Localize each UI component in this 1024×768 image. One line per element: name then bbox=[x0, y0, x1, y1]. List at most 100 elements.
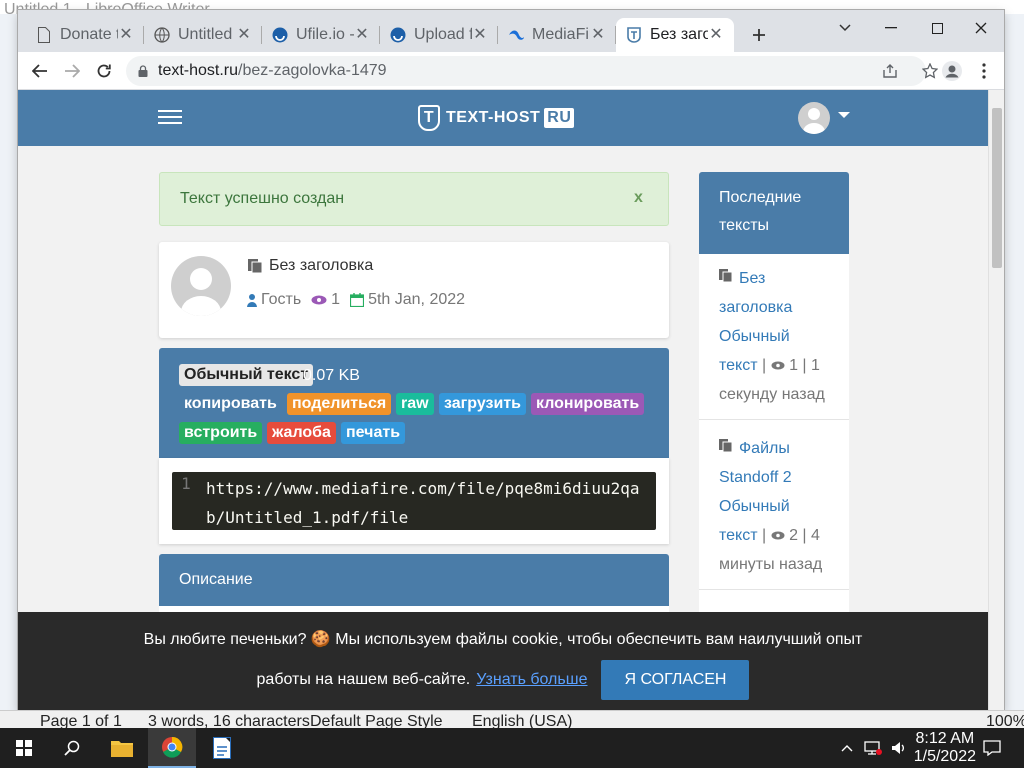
reload-icon bbox=[97, 64, 111, 78]
back-button[interactable] bbox=[26, 57, 54, 85]
browser-tab[interactable]: Ufile.io - U✕ bbox=[262, 18, 380, 52]
texthost-icon bbox=[626, 27, 642, 43]
volume-icon[interactable] bbox=[886, 728, 912, 768]
caret-down-icon[interactable] bbox=[838, 112, 850, 118]
recent-text-title[interactable]: Без заголовка bbox=[719, 264, 829, 322]
close-icon[interactable]: ✕ bbox=[472, 25, 488, 44]
accept-cookies-button[interactable]: Я СОГЛАСЕН bbox=[601, 660, 750, 700]
tab-label: MediaFire bbox=[532, 26, 590, 44]
arrow-right-icon bbox=[65, 64, 80, 78]
share-icon[interactable] bbox=[882, 64, 898, 78]
site-logo[interactable]: T TEXT-HOST RU bbox=[418, 104, 575, 132]
browser-window: Donate to✕Untitled 1✕Ufile.io - U✕Upload… bbox=[18, 10, 1004, 710]
windows-logo-icon bbox=[16, 740, 32, 756]
search-icon bbox=[64, 740, 80, 756]
close-icon[interactable]: ✕ bbox=[708, 25, 724, 44]
tool-button[interactable]: поделиться bbox=[287, 393, 392, 415]
scrollbar-thumb[interactable] bbox=[992, 108, 1002, 268]
alert-close-button[interactable]: x bbox=[634, 188, 643, 207]
post-title: Без заголовка bbox=[247, 256, 373, 275]
network-icon[interactable] bbox=[860, 728, 886, 768]
maximize-button[interactable] bbox=[914, 14, 960, 42]
reload-button[interactable] bbox=[90, 57, 118, 85]
folder-icon bbox=[111, 741, 133, 757]
site-header: T TEXT-HOST RU bbox=[18, 90, 988, 146]
document-icon bbox=[36, 27, 52, 43]
recent-text-title[interactable]: Файлы Standoff 2 bbox=[719, 434, 829, 492]
system-clock[interactable]: 8:12 AM 1/5/2022 bbox=[914, 730, 976, 766]
mediafire-icon bbox=[508, 27, 524, 43]
browser-tab[interactable]: Untitled 1✕ bbox=[144, 18, 262, 52]
cookie-message: Вы любите печеньки? 🍪 Мы используем файл… bbox=[143, 631, 863, 648]
logo-mark-icon: T bbox=[418, 105, 440, 131]
tool-button[interactable]: встроить bbox=[179, 422, 263, 444]
tab-search-button[interactable] bbox=[822, 14, 868, 42]
chrome-taskbar-button[interactable] bbox=[148, 728, 196, 768]
tool-button[interactable]: raw bbox=[396, 393, 434, 415]
notification-icon bbox=[983, 740, 1001, 756]
page-viewport: T TEXT-HOST RU Текст успешно создан x Бе… bbox=[18, 90, 988, 710]
user-silhouette-icon bbox=[803, 108, 825, 134]
browser-tab[interactable]: MediaFire✕ bbox=[498, 18, 616, 52]
tool-button[interactable]: клонировать bbox=[531, 393, 645, 415]
search-button[interactable] bbox=[48, 728, 96, 768]
chevron-up-icon bbox=[841, 745, 853, 752]
minimize-button[interactable] bbox=[868, 14, 914, 42]
code-block[interactable]: 1 https://www.mediafire.com/file/pqe8mi6… bbox=[172, 472, 656, 530]
text-tools-panel: Обычный текст 0.07 KB копировать поделить… bbox=[159, 348, 669, 458]
tool-button[interactable]: копировать bbox=[179, 393, 282, 415]
copy-document-icon bbox=[719, 439, 733, 453]
windows-taskbar: 8:12 AM 1/5/2022 bbox=[0, 728, 1024, 768]
tool-button[interactable]: печать bbox=[341, 422, 406, 444]
code-line[interactable]: https://www.mediafire.com/file/pqe8mi6di… bbox=[206, 474, 650, 532]
close-icon[interactable]: ✕ bbox=[354, 25, 370, 44]
profile-button[interactable] bbox=[938, 57, 966, 85]
plus-icon bbox=[753, 29, 765, 41]
lock-icon bbox=[138, 65, 148, 77]
new-tab-button[interactable] bbox=[746, 22, 772, 48]
hamburger-menu-icon[interactable] bbox=[158, 106, 184, 128]
close-icon[interactable]: ✕ bbox=[118, 25, 134, 44]
writer-status-bar: Page 1 of 1 3 words, 16 characters Defau… bbox=[0, 710, 1024, 730]
cookie-consent-bar: Вы любите печеньки? 🍪 Мы используем файл… bbox=[18, 612, 988, 710]
browser-tab[interactable]: Без загол✕ bbox=[616, 18, 734, 52]
bookmark-star-icon[interactable] bbox=[922, 63, 938, 79]
browser-tab[interactable]: Upload fil✕ bbox=[380, 18, 498, 52]
close-window-button[interactable] bbox=[958, 14, 1004, 42]
close-icon[interactable]: ✕ bbox=[590, 25, 606, 44]
arrow-left-icon bbox=[32, 64, 47, 78]
browser-menu-button[interactable] bbox=[970, 57, 998, 85]
alert-message: Текст успешно создан bbox=[180, 190, 345, 208]
close-icon[interactable]: ✕ bbox=[236, 25, 252, 44]
tool-button[interactable]: жалоба bbox=[267, 422, 336, 444]
eye-icon bbox=[771, 361, 785, 370]
forward-button[interactable] bbox=[58, 57, 86, 85]
post-title-text: Без заголовка bbox=[269, 257, 374, 274]
recent-text-item[interactable]: Файлы Standoff 2 Обычный текст | 2 | 4 ми… bbox=[699, 424, 849, 590]
user-silhouette-icon bbox=[181, 268, 221, 316]
eye-icon bbox=[771, 531, 785, 540]
learn-more-link[interactable]: Узнать больше bbox=[476, 670, 587, 689]
tab-strip: Donate to✕Untitled 1✕Ufile.io - U✕Upload… bbox=[18, 10, 1004, 52]
user-icon bbox=[247, 293, 257, 307]
recent-text-item[interactable]: Без заголовка Обычный текст | 1 | 1 секун… bbox=[699, 254, 849, 420]
more-vertical-icon bbox=[982, 63, 986, 79]
tab-label: Ufile.io - U bbox=[296, 26, 354, 44]
page-scrollbar[interactable] bbox=[988, 90, 1004, 710]
start-button[interactable] bbox=[0, 728, 48, 768]
tool-button[interactable]: загрузить bbox=[439, 393, 527, 415]
post-author: Гость bbox=[261, 291, 302, 308]
tab-label: Без загол bbox=[650, 26, 708, 44]
browser-tab[interactable]: Donate to✕ bbox=[26, 18, 144, 52]
code-container: 1 https://www.mediafire.com/file/pqe8mi6… bbox=[159, 458, 669, 544]
post-meta: Гость 1 5th Jan, 2022 bbox=[247, 290, 475, 309]
writer-taskbar-button[interactable] bbox=[198, 728, 246, 768]
file-explorer-button[interactable] bbox=[98, 728, 146, 768]
address-bar[interactable]: text-host.ru/bez-zagolovka-1479 bbox=[126, 56, 938, 86]
logo-text: TEXT-HOST bbox=[446, 109, 541, 127]
notifications-button[interactable] bbox=[968, 728, 1016, 768]
tray-chevron-icon[interactable] bbox=[834, 728, 860, 768]
tab-label: Untitled 1 bbox=[178, 26, 236, 44]
close-icon bbox=[975, 22, 987, 34]
user-avatar[interactable] bbox=[798, 102, 830, 134]
